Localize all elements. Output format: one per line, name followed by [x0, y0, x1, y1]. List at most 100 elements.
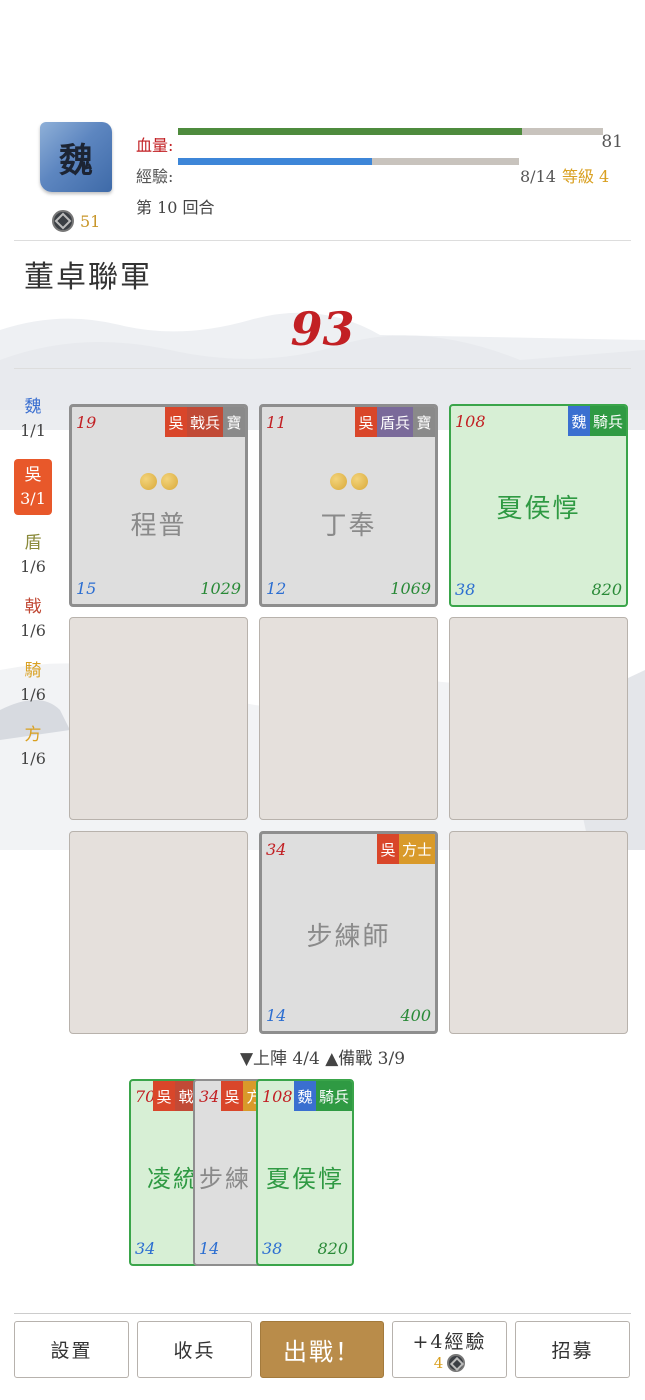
faction-item-wei[interactable]: 魏 1/1: [14, 395, 52, 443]
card-tag: 吳: [164, 407, 187, 437]
board-slot[interactable]: [69, 617, 248, 820]
card-tags: 魏 騎兵: [567, 406, 626, 436]
faction-count: 1/6: [20, 621, 46, 640]
bottom-divider: [14, 1313, 631, 1314]
faction-item-fang[interactable]: 方 1/6: [14, 723, 52, 771]
faction-name: 方: [24, 725, 42, 745]
collect-button[interactable]: 收兵: [137, 1321, 252, 1378]
board-slot[interactable]: [69, 831, 248, 1034]
faction-name: 戟: [24, 597, 42, 617]
card-name: 夏侯惇: [496, 494, 581, 524]
buy-exp-label: +4經驗: [412, 1331, 487, 1353]
enemy-name: 董卓聯軍: [24, 260, 152, 295]
faction-name: 盾: [24, 533, 42, 553]
card-defense: 12: [266, 579, 287, 598]
card-tag: 寶: [223, 407, 245, 437]
gold-dot-icon: [350, 473, 368, 490]
gold-dot-icon: [329, 473, 347, 490]
buy-exp-button[interactable]: +4經驗 4: [392, 1321, 507, 1378]
board-slot[interactable]: [449, 617, 628, 820]
faction-item-ji[interactable]: 戟 1/6: [14, 595, 52, 643]
board-card-bulianshi[interactable]: 34 吳 方士 步練師 14 400: [259, 831, 438, 1034]
card-defense: 34: [135, 1239, 156, 1258]
card-tag: 吳: [221, 1081, 243, 1111]
card-tags: 魏 騎兵: [293, 1081, 352, 1111]
board-card-dingfeng[interactable]: 11 吳 盾兵 寶 丁奉 12 1069: [259, 404, 438, 607]
faction-name: 騎: [24, 661, 42, 681]
exp-label: 經驗:: [136, 167, 174, 186]
hp-bar: [178, 128, 603, 135]
card-tag: 寶: [413, 407, 435, 437]
coin-icon: [447, 1354, 466, 1372]
card-name: 程普: [130, 511, 187, 541]
exp-bar: [178, 158, 519, 165]
gold-dot-icon: [139, 473, 157, 490]
card-tag: 戟兵: [186, 407, 223, 437]
card-tag: 吳: [153, 1081, 175, 1111]
card-hp: 820: [317, 1239, 348, 1258]
faction-item-qi[interactable]: 騎 1/6: [14, 659, 52, 707]
card-tag: 騎兵: [589, 406, 626, 436]
hp-value: 81: [601, 132, 623, 152]
battle-button[interactable]: 出戰！: [260, 1321, 384, 1378]
hand-card-xiahoudun[interactable]: 108 魏 騎兵 夏侯惇 38 820: [256, 1079, 354, 1266]
board-slot[interactable]: [259, 617, 438, 820]
card-hp: 1029: [200, 579, 241, 598]
recruit-button[interactable]: 招募: [515, 1321, 630, 1378]
card-tag: 吳: [354, 407, 377, 437]
faction-count: 1/1: [20, 421, 46, 440]
enemy-divider: [14, 368, 631, 369]
card-defense: 14: [266, 1006, 287, 1025]
exp-value: 8/14 等級 4: [520, 163, 609, 187]
card-attack: 34: [199, 1087, 220, 1106]
card-tag: 魏: [293, 1081, 316, 1111]
deploy-info: ▼上陣 4/4 ▲備戰 3/9: [239, 1049, 406, 1069]
faction-item-wu[interactable]: 吳 3/1: [14, 459, 52, 515]
card-attack: 108: [262, 1087, 293, 1106]
exp-count: 8/14: [520, 167, 556, 186]
card-tag: 吳: [376, 834, 399, 864]
hp-bar-fill: [178, 128, 523, 135]
card-name: 丁奉: [320, 511, 377, 541]
card-defense: 38: [262, 1239, 283, 1258]
star-dots: [72, 473, 245, 494]
settings-button[interactable]: 設置: [14, 1321, 129, 1378]
card-name: 夏侯惇: [266, 1165, 344, 1193]
faction-name: 吳: [24, 465, 42, 485]
coin-count: 51: [80, 212, 101, 231]
faction-flag: 魏: [40, 122, 112, 192]
faction-name: 魏: [24, 397, 42, 417]
card-tags: 吳 戟: [153, 1081, 197, 1111]
card-tag: 方士: [398, 834, 435, 864]
card-hp: 820: [591, 580, 622, 599]
enemy-power: 93: [290, 302, 355, 356]
card-attack: 108: [455, 412, 486, 431]
card-name: 步練師: [306, 922, 391, 952]
recruit-button-label: 招募: [551, 1340, 594, 1362]
card-attack: 19: [76, 413, 97, 432]
board-slot[interactable]: [449, 831, 628, 1034]
star-dots: [262, 473, 435, 494]
hp-label: 血量:: [136, 136, 174, 155]
level-text: 等級 4: [561, 167, 610, 186]
buy-exp-cost-value: 4: [433, 1354, 444, 1372]
faction-count: 1/6: [20, 749, 46, 768]
board-card-chengpu[interactable]: 19 吳 戟兵 寶 程普 15 1029: [69, 404, 248, 607]
faction-count: 1/6: [20, 557, 46, 576]
board-card-xiahoudun[interactable]: 108 魏 騎兵 夏侯惇 38 820: [449, 404, 628, 607]
collect-button-label: 收兵: [173, 1340, 216, 1362]
faction-sidebar: 魏 1/1 吳 3/1 盾 1/6 戟 1/6 騎 1/6 方 1/6: [14, 395, 54, 787]
card-hp: 1069: [390, 579, 431, 598]
round-counter: 第 10 回合: [136, 198, 215, 217]
card-tag: 騎兵: [315, 1081, 352, 1111]
faction-count: 1/6: [20, 685, 46, 704]
card-tag: 魏: [567, 406, 590, 436]
coin-icon: [52, 210, 74, 232]
card-tags: 吳 盾兵 寶: [354, 407, 435, 437]
card-tags: 吳 戟兵 寶: [164, 407, 245, 437]
settings-button-label: 設置: [50, 1340, 93, 1362]
faction-item-dun[interactable]: 盾 1/6: [14, 531, 52, 579]
card-attack: 34: [266, 840, 287, 859]
card-attack: 11: [266, 413, 287, 432]
buy-exp-cost: 4: [434, 1354, 466, 1372]
